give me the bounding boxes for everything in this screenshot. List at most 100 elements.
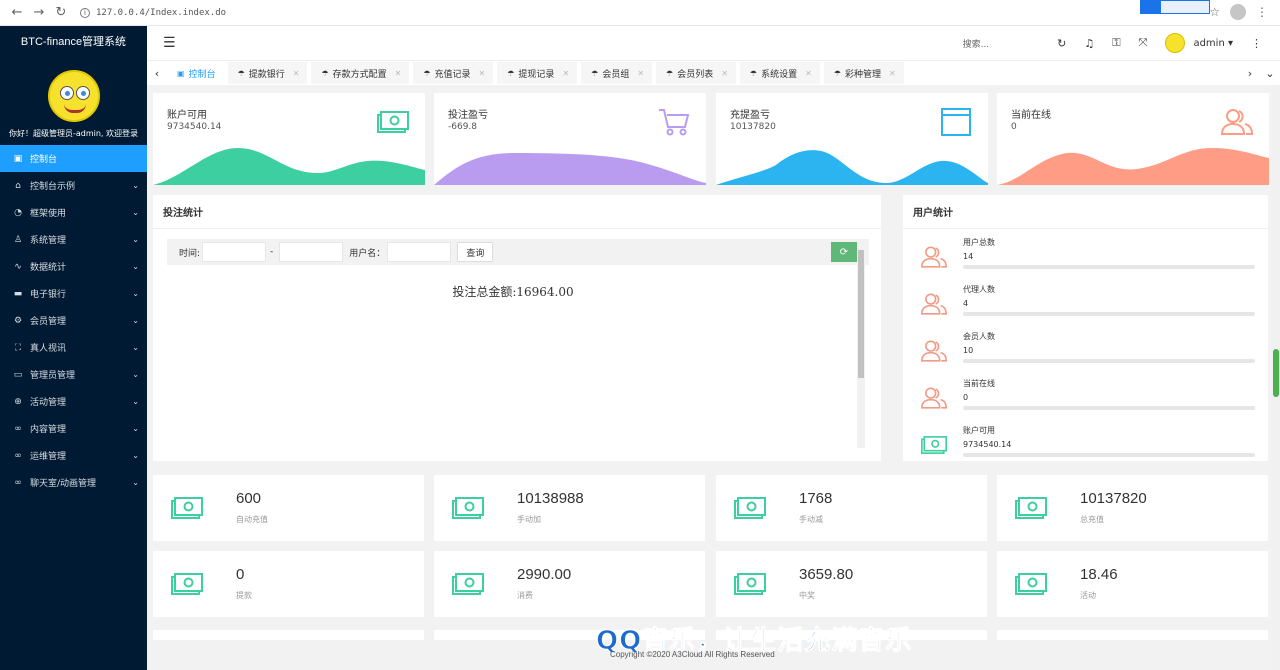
close-icon[interactable]: ✕: [805, 69, 812, 78]
tab-label: 提款银行: [248, 69, 285, 80]
sidebar-item[interactable]: ∞ 运维管理 ⌄: [0, 442, 147, 469]
forward-icon[interactable]: →: [30, 4, 48, 22]
search-input[interactable]: 搜索...: [963, 37, 990, 50]
sidebar-item[interactable]: ⚙ 会员管理 ⌄: [0, 307, 147, 334]
sidebar-item[interactable]: ▬ 电子银行 ⌄: [0, 280, 147, 307]
summary-label: 消费: [517, 591, 533, 600]
tab[interactable]: ☂ 提款银行 ✕: [227, 62, 308, 84]
user-dropdown[interactable]: admin ▾: [1193, 38, 1233, 49]
profile-icon[interactable]: [1230, 4, 1246, 20]
sidebar-item[interactable]: ∿ 数据统计 ⌄: [0, 253, 147, 280]
user-stat-value: 10: [963, 346, 974, 355]
close-icon[interactable]: ✕: [637, 69, 644, 78]
tab-icon: ☂: [507, 68, 515, 78]
tab[interactable]: ☂ 提现记录 ✕: [497, 62, 578, 84]
lock-icon[interactable]: ⚿: [1112, 36, 1120, 50]
sidebar-item[interactable]: ∞ 内容管理 ⌄: [0, 415, 147, 442]
user-stats-panel: 用户统计 用户总数 14 代理人数 4 会员人数 10 当前在线 0 账户可用 9734540.1…: [903, 195, 1268, 461]
sidebar-item-label: 电子银行: [30, 290, 67, 300]
close-icon[interactable]: ✕: [889, 69, 896, 78]
page-scrollbar[interactable]: [1272, 85, 1280, 670]
user-stat-value: 9734540.14: [963, 440, 1012, 449]
tab[interactable]: ☂ 会员列表 ✕: [656, 62, 736, 84]
tab-prev-icon[interactable]: ‹: [147, 67, 167, 80]
close-icon[interactable]: ✕: [562, 69, 569, 78]
tab[interactable]: ☂ 充值记录 ✕: [413, 62, 494, 84]
browser-toolbar: ← → ↻ i 127.0.0.4/Index.index.do ☆ ⋮: [0, 0, 1280, 26]
close-icon[interactable]: ✕: [479, 69, 486, 78]
sidebar-item[interactable]: ⌂ 控制台示例 ⌄: [0, 172, 147, 199]
query-button[interactable]: 查询: [457, 242, 494, 262]
refresh-icon[interactable]: ↻: [1057, 37, 1066, 50]
tab-icon: ☂: [591, 68, 599, 78]
username-input[interactable]: [387, 242, 452, 262]
gauge-icon: ◔: [14, 207, 22, 218]
close-icon[interactable]: ✕: [395, 69, 402, 78]
summary-value: 0: [236, 566, 245, 583]
sidebar-item[interactable]: ▣ 控制台: [0, 145, 147, 172]
link-icon: ∞: [14, 423, 22, 434]
back-icon[interactable]: ←: [8, 4, 26, 22]
tab[interactable]: ▣ 控制台: [167, 62, 224, 84]
copyright: Copyright ©2020 A3Cloud All Rights Reser…: [610, 650, 775, 659]
tab-menu-icon[interactable]: ⌄: [1260, 67, 1280, 80]
welcome-text: 你好！超级管理员-admin, 欢迎登录: [8, 129, 139, 138]
tab[interactable]: ☂ 存款方式配置 ✕: [311, 62, 410, 84]
url-text: 127.0.0.4/Index.index.do: [96, 7, 227, 18]
address-bar[interactable]: i 127.0.0.4/Index.index.do: [80, 7, 227, 18]
sidebar-item[interactable]: ▭ 管理员管理 ⌄: [0, 361, 147, 388]
user-stat-row: 账户可用 9734540.14: [921, 425, 1259, 461]
chevron-down-icon: ⌄: [132, 451, 139, 460]
chevron-down-icon: ⌄: [132, 262, 139, 271]
info-icon[interactable]: i: [80, 7, 90, 18]
users-icon: [920, 292, 948, 316]
sidebar-item[interactable]: ♙ 系统管理 ⌄: [0, 226, 147, 253]
sidebar-item-label: 会员管理: [30, 317, 67, 327]
sidebar-item[interactable]: ⊕ 活动管理 ⌄: [0, 388, 147, 415]
tab[interactable]: ☂ 会员组 ✕: [581, 62, 653, 84]
summary-value: 1768: [799, 490, 833, 507]
fullscreen-icon[interactable]: ⤧: [1139, 36, 1148, 50]
summary-value: 2990.00: [517, 566, 572, 583]
avatar[interactable]: [47, 70, 100, 122]
end-date-input[interactable]: [279, 242, 344, 262]
tab[interactable]: ☂ 彩种管理 ✕: [823, 62, 904, 84]
summary-label: 总充值: [1080, 515, 1104, 524]
sidebar-item[interactable]: ◔ 框架使用 ⌄: [0, 199, 147, 226]
sidebar-menu: ▣ 控制台 ⌂ 控制台示例 ⌄ ◔ 框架使用 ⌄ ♙ 系统管理 ⌄ ∿ 数据统计 ⌄ ▬ 电子银行 ⌄ ⚙ 会员管理…: [0, 145, 147, 496]
summary-label: 中奖: [799, 591, 815, 600]
refresh-button[interactable]: ⟳: [831, 242, 857, 262]
user-avatar[interactable]: [1165, 33, 1186, 53]
tab-icon: ☂: [321, 68, 329, 78]
sidebar-item[interactable]: ∞ 聊天室/动画管理 ⌄: [0, 469, 147, 496]
user-stat-value: 4: [963, 299, 969, 308]
star-icon[interactable]: ☆: [1209, 5, 1220, 19]
sidebar-item-label: 活动管理: [30, 398, 67, 408]
extension-badge[interactable]: [1140, 0, 1210, 14]
summary-label: 活动: [1080, 591, 1096, 600]
start-date-input[interactable]: [202, 242, 267, 262]
sidebar-item-label: 系统管理: [30, 236, 67, 246]
bell-icon[interactable]: ♫: [1084, 37, 1094, 50]
plus-circle-icon: ⊕: [14, 396, 22, 407]
summary-value: 3659.80: [799, 566, 854, 583]
sidebar-item[interactable]: ⛶ 真人视讯 ⌄: [0, 334, 147, 361]
wave-decoration: [434, 153, 706, 185]
tab-next-icon[interactable]: ›: [1240, 67, 1260, 80]
tab[interactable]: ☂ 系统设置 ✕: [739, 62, 820, 84]
tab-label: 会员组: [602, 69, 630, 80]
bet-total-amount: 投注总金额:16964.00: [452, 285, 574, 299]
reload-icon[interactable]: ↻: [52, 4, 70, 22]
stat-card: 账户可用 9734540.14: [153, 93, 425, 185]
close-icon[interactable]: ✕: [293, 69, 300, 78]
user-stat-row: 用户总数 14: [920, 237, 1259, 283]
bet-scrollbar[interactable]: [857, 242, 865, 448]
bet-stats-panel: 投注统计 时间: - 用户名： 查询 ⟳ 投注总金额:16964.00: [153, 195, 881, 461]
stat-card: 投注盈亏 -669.8: [434, 93, 706, 185]
more-icon[interactable]: ⋮: [1251, 37, 1262, 50]
chevron-down-icon: ⌄: [132, 370, 139, 379]
summary-label: 手动加: [517, 515, 541, 524]
close-icon[interactable]: ✕: [721, 69, 728, 78]
kebab-menu-icon[interactable]: ⋮: [1256, 5, 1268, 19]
menu-toggle-icon[interactable]: ☰: [163, 35, 176, 51]
